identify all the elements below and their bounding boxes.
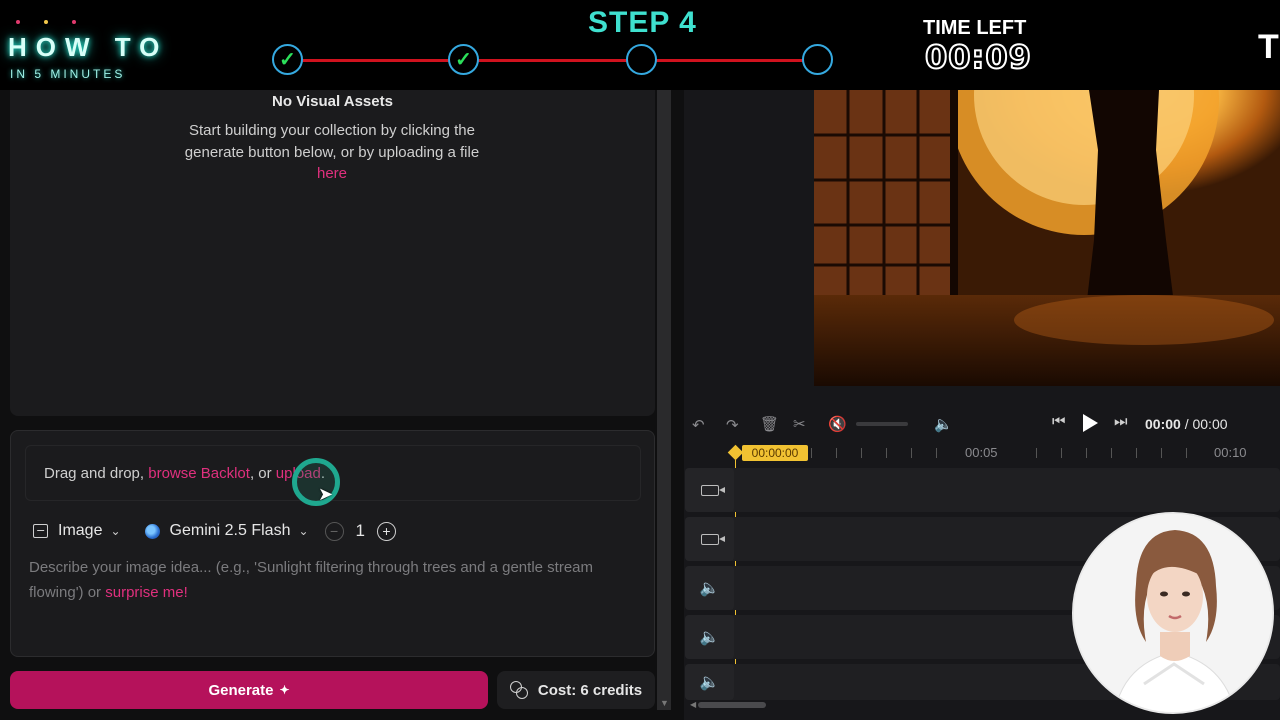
playhead-time: 00:00:00 [742,445,808,461]
time-left-label: TIME LEFT [923,17,1027,39]
track-header [685,468,734,512]
play-icon[interactable] [1083,414,1098,432]
scroll-thumb[interactable] [698,702,766,708]
decorative-dots [16,20,76,26]
step-2-check-icon: ✓ [448,44,479,75]
skip-back-icon[interactable]: ⏮ [1052,413,1066,430]
type-select[interactable]: Image ⌄ [33,522,121,540]
presenter-webcam [1072,512,1274,714]
tutorial-banner: HOW TO IN 5 MINUTES STEP 4 ✓ ✓ TIME LEFT… [0,0,1280,90]
drop-prefix: Drag and drop, [44,465,149,482]
left-scrollbar[interactable]: ▼ [657,90,671,710]
coins-icon [509,681,528,699]
video-preview[interactable] [814,90,1280,386]
type-select-label: Image [58,522,103,539]
presenter-image [1074,514,1272,712]
volume-icon[interactable]: 🔈 [934,415,953,433]
chevron-down-icon: ⌄ [298,524,309,538]
track-header: 🔈 [685,615,734,659]
decrement-button[interactable]: − [324,521,344,541]
video-camera-icon [700,484,725,496]
edge-letter: T [1258,28,1279,66]
video-track[interactable] [685,468,1280,512]
step-3-circle-icon [626,44,657,75]
prompt-card: Drag and drop, browse Backlot, or upload… [10,430,655,657]
surprise-me-link[interactable]: surprise me! [105,584,188,601]
increment-button[interactable]: + [377,521,396,541]
drop-zone[interactable]: Drag and drop, browse Backlot, or upload… [25,445,641,506]
time-separator: / [1180,416,1193,432]
browse-backlot-link[interactable]: browse Backlot [148,465,250,482]
cost-button[interactable]: Cost: 6 credits [497,671,655,709]
volume-slider[interactable] [856,422,908,426]
howto-subtitle: IN 5 MINUTES [10,67,126,81]
generate-button[interactable]: Generate ✦ [10,671,488,709]
ruler-label-10s: 00:10 [1214,445,1247,460]
video-camera-icon [700,533,725,545]
drop-zone-text: Drag and drop, browse Backlot, or upload… [44,465,325,482]
redo-icon[interactable]: ↷ [726,416,739,434]
speaker-icon: 🔈 [699,629,720,646]
trash-icon[interactable]: 🗑 [760,415,779,433]
empty-state-title: No Visual Assets [272,93,393,110]
generation-options: Image ⌄ Gemini 2.5 Flash ⌄ − 1 + [33,519,396,543]
step-4-circle-icon [802,44,833,75]
undo-icon[interactable]: ↶ [692,416,705,434]
step-title: STEP 4 [588,6,697,39]
preview-frame-image [814,90,1280,386]
assets-panel: No Visual Assets Start building your col… [10,90,655,416]
scroll-left-icon[interactable]: ◀ [690,700,696,709]
generate-label: Generate [208,681,274,699]
step-1-check-icon: ✓ [272,44,303,75]
ruler-label-5s: 00:05 [965,445,998,460]
howto-title: HOW TO [8,32,169,62]
speaker-icon: 🔈 [699,674,720,691]
timecode: 00:00 / 00:00 [1145,416,1228,432]
empty-state-description: Start building your collection by clicki… [182,120,482,185]
mute-icon[interactable]: 🔇 [828,415,847,433]
step-progress-line [288,59,818,62]
upload-here-link[interactable]: here [317,165,347,182]
quantity-value: 1 [355,521,365,540]
time-left-value: 00:09 [924,37,1032,77]
track-header [685,517,734,561]
sparkle-icon: ✦ [279,683,290,697]
current-time: 00:00 [1145,416,1181,432]
prompt-input[interactable]: Describe your image idea... (e.g., 'Sunl… [29,555,639,605]
drop-mid: , or [249,465,276,482]
scissors-icon[interactable]: ✂ [793,415,806,433]
total-time: 00:00 [1192,416,1228,432]
cost-label: Cost: 6 credits [537,681,643,699]
scroll-down-icon[interactable]: ▼ [660,698,669,708]
mouse-cursor-icon: ➤ [318,484,334,504]
quantity-stepper: − 1 + [324,521,396,541]
chevron-down-icon: ⌄ [110,524,121,538]
skip-forward-icon[interactable]: ⏭ [1114,413,1128,430]
track-header: 🔈 [685,664,734,700]
model-select-label: Gemini 2.5 Flash [169,522,291,539]
speaker-icon: 🔈 [699,580,720,597]
track-header: 🔈 [685,566,734,610]
image-icon [33,524,48,538]
screen: HOW TO IN 5 MINUTES STEP 4 ✓ ✓ TIME LEFT… [0,0,1280,720]
empty-state-text: Start building your collection by clicki… [184,122,480,161]
gemini-icon [144,523,160,539]
model-select[interactable]: Gemini 2.5 Flash ⌄ [144,522,309,540]
